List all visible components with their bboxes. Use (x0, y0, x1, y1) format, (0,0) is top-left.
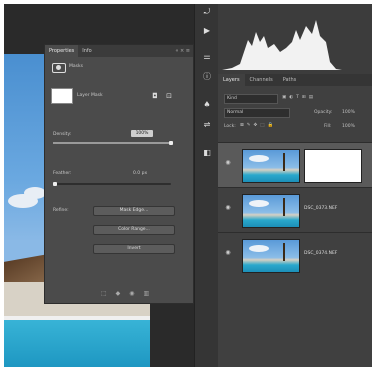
blend-mode-dropdown[interactable]: Normal (224, 108, 290, 118)
properties-footer: ⬚ ◆ ◉ ▥ (101, 290, 149, 297)
layer-mask-thumbnail-small[interactable] (304, 149, 362, 183)
layer-visibility-eye-icon[interactable]: ◉ (223, 159, 233, 167)
layer-filter-bar: Kind ▣◐T⊞▤ (218, 92, 372, 104)
lock-icons[interactable]: ⊠✎✥⬚🔒 (240, 123, 276, 128)
tab-paths[interactable]: Paths (278, 77, 302, 83)
tab-channels[interactable]: Channels (245, 77, 278, 83)
histogram-graph (222, 20, 342, 70)
properties-panel: Properties Info « × ≡ Masks Layer Mask ◘… (44, 44, 194, 304)
layer-name[interactable]: DSC_0373.NEF (304, 206, 337, 211)
lock-label: Lock: (224, 124, 236, 129)
visibility-eye-icon[interactable]: ◉ (129, 290, 134, 297)
layers-tabs: Layers Channels Paths (218, 74, 372, 86)
density-label: Density: (53, 132, 72, 137)
lock-bar: Lock: ⊠✎✥⬚🔒 Fill: 100% (218, 120, 372, 132)
layer-row-dsc-0373[interactable]: ◉ DSC_0373.NEF (218, 187, 372, 232)
layer-thumbnail (242, 149, 300, 183)
refine-label: Refine: (53, 208, 69, 213)
panel-controls[interactable]: « × ≡ (175, 48, 193, 54)
apply-mask-icon[interactable]: ◆ (116, 290, 121, 297)
density-value-field[interactable]: 100% (131, 130, 153, 137)
load-selection-icon[interactable]: ⬚ (101, 290, 107, 297)
layer-mask-thumbnail[interactable] (51, 88, 73, 104)
brush-icon[interactable]: ♠ (201, 100, 213, 110)
play-icon[interactable]: ▶ (201, 26, 213, 36)
layer-visibility-eye-icon[interactable]: ◉ (223, 249, 233, 257)
layer-mask-label: Layer Mask (77, 93, 103, 98)
density-slider[interactable] (53, 142, 171, 144)
fill-value[interactable]: 100% (342, 124, 355, 129)
opacity-value[interactable]: 100% (342, 110, 355, 115)
color-range-button[interactable]: Color Range... (93, 225, 175, 235)
feather-slider-knob[interactable] (53, 182, 57, 186)
filter-icons[interactable]: ▣◐T⊞▤ (282, 95, 316, 100)
tab-layers[interactable]: Layers (218, 74, 245, 86)
select-pixel-mask-button[interactable]: ◘ (149, 91, 161, 101)
layer-row-dsc-0374[interactable]: ◉ DSC_0374.NEF (218, 232, 372, 277)
layer-row-masked[interactable]: ◉ (218, 142, 372, 187)
fill-label: Fill: (324, 124, 332, 129)
feather-label: Feather: (53, 171, 72, 176)
density-slider-fill (53, 142, 171, 144)
blend-bar: Normal Opacity: 100% (218, 106, 372, 118)
filter-kind-dropdown[interactable]: Kind (224, 94, 278, 104)
density-slider-knob[interactable] (169, 141, 173, 145)
add-vector-mask-button[interactable]: ⊡ (163, 91, 175, 101)
info-icon[interactable]: ⓘ (201, 72, 213, 82)
settings-sliders-icon[interactable]: ⇌ (201, 120, 213, 130)
layers-icon[interactable]: ◧ (201, 148, 213, 158)
histogram-panel (218, 4, 372, 74)
history-icon[interactable]: ⤾ (201, 7, 213, 17)
properties-tabs: Properties Info « × ≡ (45, 45, 193, 57)
tab-info[interactable]: Info (78, 48, 95, 54)
adjust-icon[interactable]: ⚌ (201, 52, 213, 62)
opacity-label: Opacity: (314, 110, 333, 115)
feather-value[interactable]: 0.0 px (133, 171, 147, 176)
invert-button[interactable]: Invert (93, 244, 175, 254)
mask-edge-button[interactable]: Mask Edge... (93, 206, 175, 216)
layer-visibility-eye-icon[interactable]: ◉ (223, 204, 233, 212)
tab-properties[interactable]: Properties (45, 45, 79, 57)
mask-icon (52, 63, 66, 73)
photoshop-window: Properties Info « × ≡ Masks Layer Mask ◘… (4, 4, 372, 367)
layer-name[interactable]: DSC_0374.NEF (304, 251, 337, 256)
layer-thumbnail (242, 239, 300, 273)
trash-icon[interactable]: ▥ (144, 290, 150, 297)
masks-section-title: Masks (69, 64, 83, 69)
feather-slider[interactable] (53, 183, 171, 185)
right-panels: Layers Channels Paths Kind ▣◐T⊞▤ Normal … (218, 4, 372, 367)
panel-icon-strip: ⤾ ▶ ⚌ ⓘ ♠ ⇌ ◧ (194, 4, 220, 367)
layer-thumbnail (242, 194, 300, 228)
